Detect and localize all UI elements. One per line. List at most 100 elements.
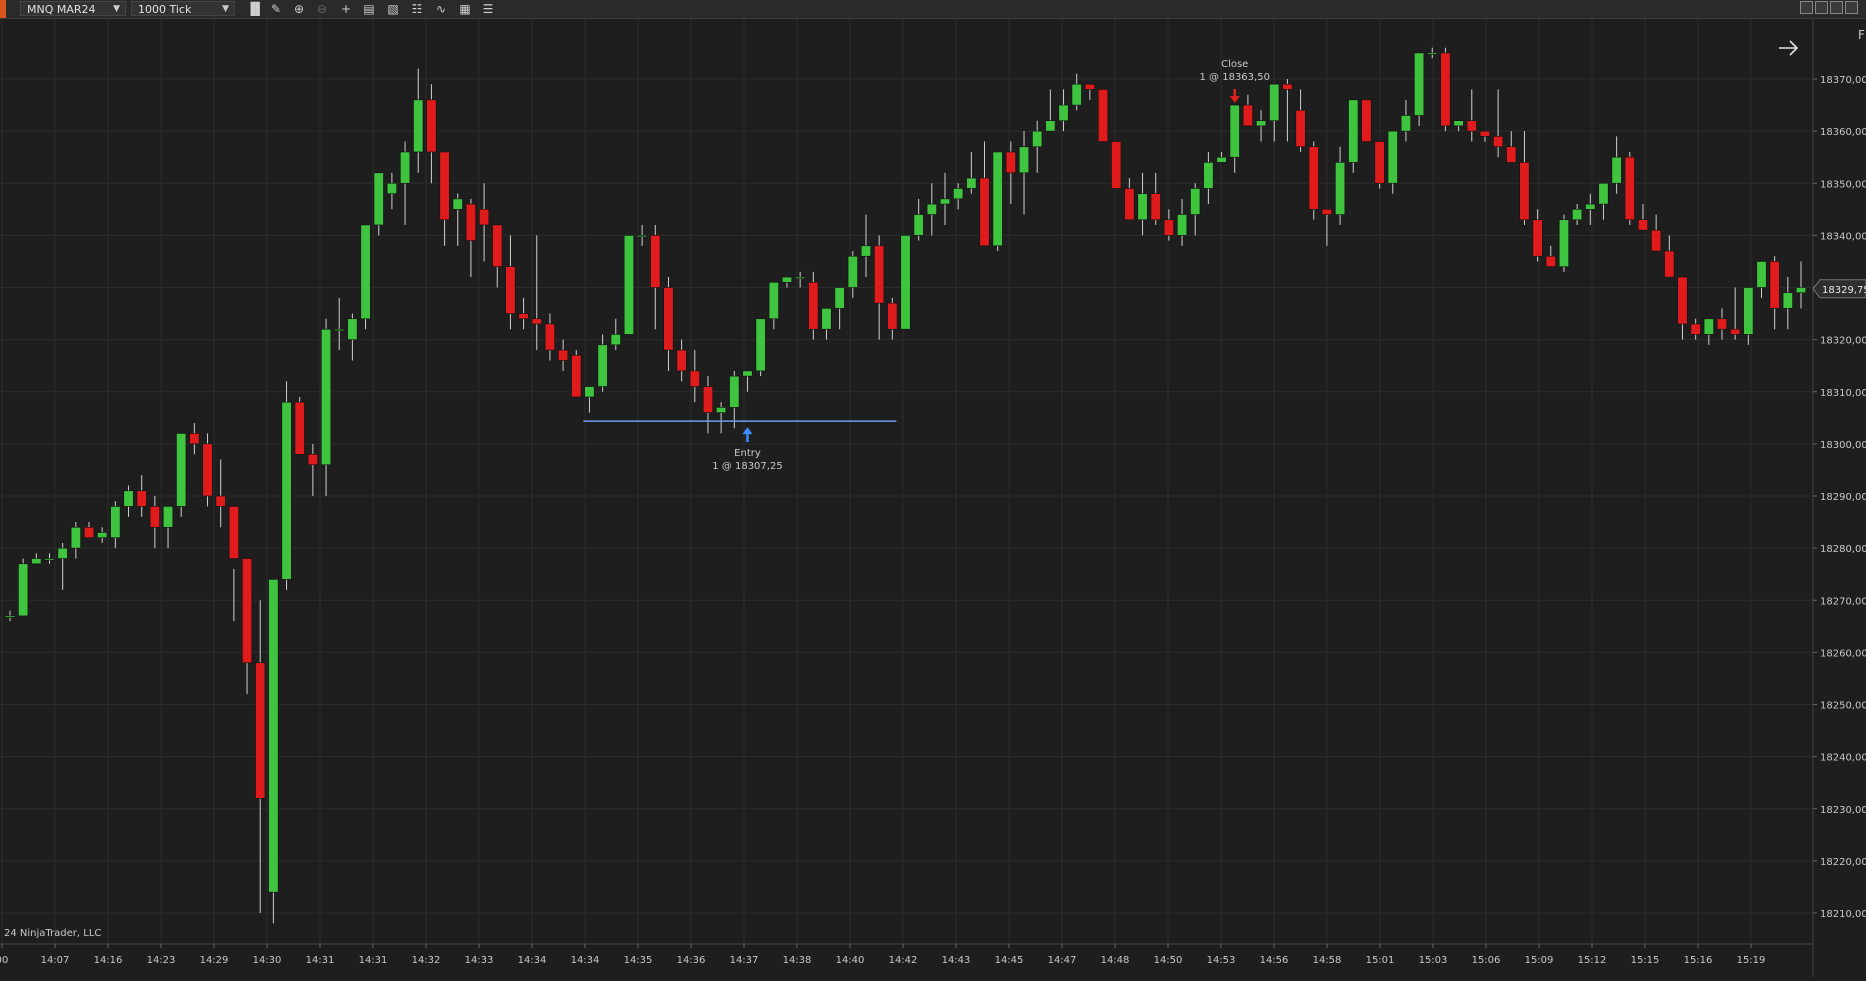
- candle-body: [1295, 109, 1306, 148]
- candle-body: [716, 407, 727, 413]
- candle-body: [1637, 219, 1649, 231]
- candle: [373, 172, 384, 236]
- indicators-icon[interactable]: ▦: [457, 1, 473, 17]
- window-cascade-button[interactable]: [1815, 1, 1828, 14]
- price-tick-label: 18220,00: [1820, 857, 1866, 868]
- candle: [347, 313, 358, 361]
- candle-body: [1045, 120, 1056, 132]
- window-tile-button[interactable]: [1800, 1, 1813, 14]
- candle-body: [426, 99, 437, 153]
- time-tick-label: 14:31: [306, 955, 335, 966]
- zoom-out-icon[interactable]: ⊖: [314, 1, 330, 17]
- candle: [255, 600, 266, 913]
- candle-body: [31, 558, 42, 565]
- candle: [781, 276, 793, 288]
- candle-body: [1664, 250, 1675, 278]
- time-tick-label: 15:06: [1472, 955, 1501, 966]
- candle-body: [571, 354, 582, 398]
- zoom-in-icon[interactable]: ⊕: [291, 1, 307, 17]
- candle: [1795, 261, 1807, 309]
- candle: [1361, 99, 1372, 142]
- price-axis-label: F: [1858, 28, 1865, 42]
- candle: [584, 386, 595, 413]
- time-tick-label: 14:37: [730, 955, 759, 966]
- data-box-icon[interactable]: ▤: [361, 1, 377, 17]
- time-tick-label: 14:34: [518, 955, 547, 966]
- candle-body: [1545, 255, 1556, 267]
- candle: [571, 350, 582, 398]
- candlestick-chart[interactable]: Entry 1 @ 18307,25 Close 1 @ 18363,50 18210…: [0, 19, 1866, 977]
- candle: [1229, 104, 1240, 173]
- time-tick-label: 14:29: [200, 955, 229, 966]
- candle-body: [742, 370, 753, 377]
- time-tick-label: 14:42: [889, 955, 918, 966]
- list-menu-icon[interactable]: ☰: [480, 1, 496, 17]
- candle-body: [1400, 115, 1411, 132]
- candle-body: [900, 235, 911, 330]
- time-tick-label: 14:47: [1048, 955, 1077, 966]
- candle: [1716, 308, 1728, 340]
- candle: [518, 297, 529, 330]
- candle: [1572, 204, 1583, 225]
- candle: [597, 334, 608, 392]
- candle: [202, 433, 213, 507]
- candle: [1282, 79, 1293, 142]
- candle-body: [1730, 328, 1741, 335]
- candle: [1545, 245, 1556, 267]
- price-tick-label: 18270,00: [1820, 596, 1866, 607]
- time-tick-label: 15:01: [1366, 955, 1395, 966]
- candle: [663, 277, 674, 371]
- candle: [479, 183, 490, 262]
- candle: [413, 68, 424, 173]
- candle-body: [294, 401, 305, 455]
- candle-body: [1018, 146, 1030, 174]
- crosshair-icon[interactable]: +: [338, 1, 354, 17]
- candle: [189, 423, 200, 455]
- candle: [637, 224, 648, 246]
- candle: [1756, 261, 1767, 298]
- candle-body: [1387, 130, 1398, 184]
- candle: [900, 235, 911, 330]
- candle: [97, 527, 108, 543]
- candle-body: [189, 433, 200, 445]
- candle: [360, 224, 371, 330]
- candle-body: [413, 99, 424, 153]
- price-chart[interactable]: Entry 1 @ 18307,25 Close 1 @ 18363,50 18210…: [0, 19, 1866, 977]
- instrument-selector[interactable]: MNQ MAR24 ▼: [20, 1, 126, 16]
- candle: [4, 610, 16, 622]
- candle-body: [860, 245, 872, 257]
- candle: [1611, 136, 1622, 194]
- time-tick-label: 14:31: [359, 955, 388, 966]
- chevron-down-icon: ▼: [113, 4, 120, 14]
- candle: [1440, 47, 1451, 132]
- candle-body: [1414, 52, 1425, 116]
- candle: [1097, 89, 1109, 142]
- candle-body: [1032, 130, 1043, 148]
- time-tick-label: 15:19: [1737, 955, 1766, 966]
- candle-body: [83, 526, 95, 538]
- bar-type-selector[interactable]: 1000 Tick ▼: [131, 1, 235, 16]
- candle: [1005, 141, 1016, 205]
- candle: [1203, 151, 1214, 205]
- candle-body: [1716, 318, 1728, 330]
- window-accent-tab[interactable]: [0, 0, 6, 18]
- candle: [610, 318, 621, 351]
- candle: [1414, 52, 1425, 126]
- candle-body: [386, 182, 397, 194]
- properties-icon[interactable]: ▧: [385, 1, 401, 17]
- price-tick-label: 18350,00: [1820, 179, 1866, 190]
- candle: [1387, 130, 1398, 194]
- bars-type-icon[interactable]: ▐▌: [246, 1, 264, 17]
- candle: [1493, 89, 1504, 158]
- restore-button[interactable]: [1845, 1, 1858, 14]
- candle-body: [1177, 214, 1188, 236]
- chart-trader-icon[interactable]: ☷: [409, 1, 425, 17]
- strategies-icon[interactable]: ∿: [433, 1, 449, 17]
- candle-body: [1084, 83, 1095, 90]
- candle-body: [452, 198, 463, 210]
- candle: [702, 376, 714, 434]
- scroll-to-end-icon[interactable]: [1779, 40, 1799, 56]
- minimize-button[interactable]: [1830, 1, 1843, 14]
- price-tick-label: 18250,00: [1820, 701, 1866, 712]
- drawing-pencil-icon[interactable]: ✎: [268, 1, 284, 17]
